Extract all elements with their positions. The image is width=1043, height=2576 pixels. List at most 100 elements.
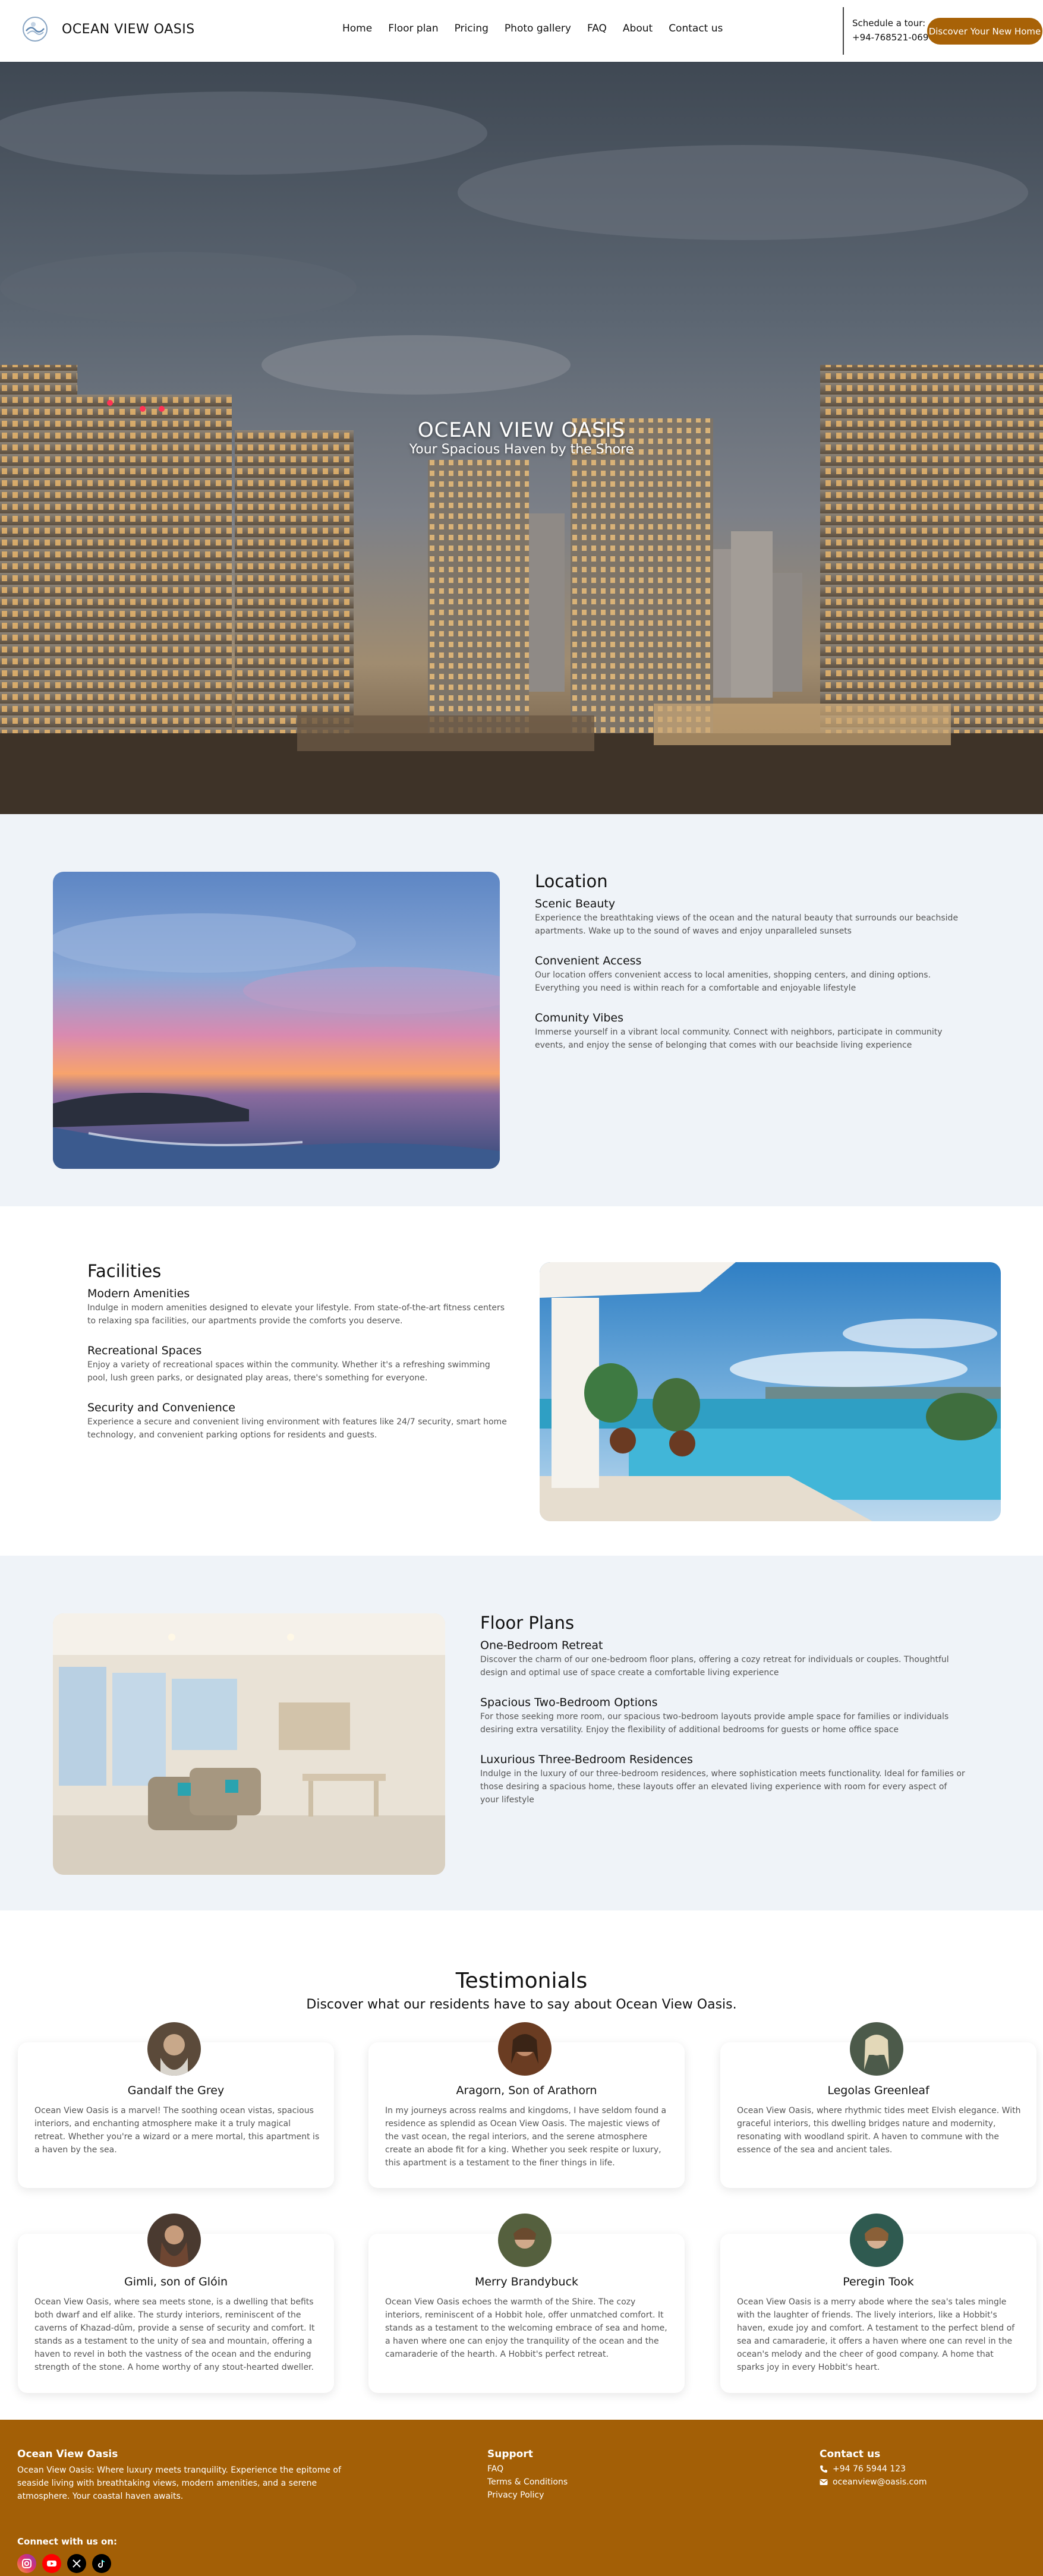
testimonial-card: Merry Brandybuck Ocean View Oasis echoes… xyxy=(368,2214,685,2393)
brand-logo-icon xyxy=(23,17,48,42)
location-item: Scenic Beauty Experience the breathtakin… xyxy=(535,897,975,938)
testimonial-text: Ocean View Oasis, where rhythmic tides m… xyxy=(737,2106,1021,2155)
avatar xyxy=(498,2214,552,2267)
testimonial-name: Gandalf the Grey xyxy=(127,2084,225,2097)
testimonial-card: Aragorn, Son of Arathorn In my journeys … xyxy=(368,2022,685,2188)
location-item-title: Scenic Beauty xyxy=(535,897,616,910)
testimonial-name: Merry Brandybuck xyxy=(474,2275,579,2288)
support-heading: Support xyxy=(487,2448,533,2460)
location-content: Location Scenic Beauty Experience the br… xyxy=(535,871,975,1068)
nav-faq[interactable]: FAQ xyxy=(587,23,607,34)
floor-plan-item-text: Indulge in the luxury of our three-bedro… xyxy=(480,1769,965,1805)
testimonial-card: Gandalf the Grey Ocean View Oasis is a m… xyxy=(18,2022,334,2188)
floor-plan-item-title: Spacious Two-Bedroom Options xyxy=(480,1696,658,1709)
avatar xyxy=(498,2022,552,2076)
facilities-item-text: Enjoy a variety of recreational spaces w… xyxy=(87,1360,490,1383)
nav-photo-gallery[interactable]: Photo gallery xyxy=(505,23,571,34)
testimonials-subheading: Discover what our residents have to say … xyxy=(306,1997,737,2012)
mail-icon xyxy=(820,2479,828,2485)
phone-icon xyxy=(820,2465,827,2473)
contact-email: oceanview@oasis.com xyxy=(833,2477,927,2487)
location-heading: Location xyxy=(535,871,608,891)
avatar xyxy=(850,2022,903,2076)
footer-about: Ocean View Oasis Ocean View Oasis: Where… xyxy=(17,2448,350,2573)
facilities-item-title: Modern Amenities xyxy=(87,1287,190,1300)
testimonial-name: Gimli, son of Glóin xyxy=(124,2275,228,2288)
testimonial-text: Ocean View Oasis echoes the warmth of th… xyxy=(385,2297,667,2359)
floor-plans-content: Floor Plans One-Bedroom Retreat Discover… xyxy=(480,1613,968,1823)
nav-floor-plan[interactable]: Floor plan xyxy=(388,23,438,34)
nav-pricing[interactable]: Pricing xyxy=(455,23,489,34)
tiktok-icon[interactable] xyxy=(92,2554,111,2573)
floor-plan-item-title: One-Bedroom Retreat xyxy=(480,1639,603,1652)
location-item-text: Immerse yourself in a vibrant local comm… xyxy=(535,1027,943,1050)
social-links xyxy=(17,2554,350,2573)
floor-plans-heading: Floor Plans xyxy=(480,1613,575,1633)
site-header: OCEAN VIEW OASIS Home Floor plan Pricing… xyxy=(0,0,1043,62)
nav-about[interactable]: About xyxy=(623,23,653,34)
tour-phone[interactable]: +94-768521-069 xyxy=(852,32,928,43)
facilities-content: Facilities Modern Amenities Indulge in m… xyxy=(87,1261,509,1458)
contact-phone-row[interactable]: +94 76 5944 123 xyxy=(820,2463,927,2476)
avatar xyxy=(850,2214,903,2267)
footer-brand: Ocean View Oasis xyxy=(17,2448,118,2460)
floor-plans-section: Floor Plans One-Bedroom Retreat Discover… xyxy=(0,1556,1043,1910)
testimonial-name: Peregin Took xyxy=(843,2275,914,2288)
hero-title: OCEAN VIEW OASIS xyxy=(417,418,626,442)
facilities-item-text: Experience a secure and convenient livin… xyxy=(87,1417,507,1440)
footer-contact: Contact us +94 76 5944 123 oceanview@oas… xyxy=(820,2448,927,2489)
location-item-title: Convenient Access xyxy=(535,954,642,967)
testimonials-heading: Testimonials xyxy=(455,1969,588,1993)
floor-plan-item-text: For those seeking more room, our spaciou… xyxy=(480,1712,949,1735)
floor-plan-item: One-Bedroom Retreat Discover the charm o… xyxy=(480,1639,968,1679)
nav-home[interactable]: Home xyxy=(342,23,372,34)
hero-section: OCEAN VIEW OASIS Your Spacious Haven by … xyxy=(0,62,1043,814)
testimonial-name: Aragorn, Son of Arathorn xyxy=(456,2084,597,2097)
connect-label: Connect with us on: xyxy=(17,2536,118,2547)
location-item-title: Comunity Vibes xyxy=(535,1011,624,1024)
contact-heading: Contact us xyxy=(820,2448,881,2460)
footer-support: Support FAQ Terms & Conditions Privacy P… xyxy=(487,2448,568,2502)
testimonial-card: Peregin Took Ocean View Oasis is a merry… xyxy=(720,2214,1036,2393)
facilities-image xyxy=(540,1262,1001,1521)
support-link-terms[interactable]: Terms & Conditions xyxy=(487,2476,568,2489)
main-nav: Home Floor plan Pricing Photo gallery FA… xyxy=(342,23,739,34)
x-icon[interactable] xyxy=(67,2554,86,2573)
testimonials-section: Testimonials Discover what our residents… xyxy=(0,1910,1043,2420)
facilities-section: Facilities Modern Amenities Indulge in m… xyxy=(0,1206,1043,1556)
discover-home-button[interactable]: Discover Your New Home xyxy=(927,18,1042,45)
support-link-privacy[interactable]: Privacy Policy xyxy=(487,2489,568,2502)
testimonial-card: Legolas Greenleaf Ocean View Oasis, wher… xyxy=(720,2022,1036,2188)
testimonial-card: Gimli, son of Glóin Ocean View Oasis, wh… xyxy=(18,2214,334,2393)
schedule-tour: Schedule a tour: +94-768521-069 xyxy=(843,7,928,55)
facilities-heading: Facilities xyxy=(87,1261,162,1281)
support-link-faq[interactable]: FAQ xyxy=(487,2463,568,2476)
location-item: Convenient Access Our location offers co… xyxy=(535,954,975,995)
tour-label: Schedule a tour: xyxy=(852,18,926,29)
nav-contact-us[interactable]: Contact us xyxy=(669,23,723,34)
floor-plan-item-title: Luxurious Three-Bedroom Residences xyxy=(480,1753,693,1766)
testimonial-text: Ocean View Oasis is a merry abode where … xyxy=(737,2297,1015,2372)
brand[interactable]: OCEAN VIEW OASIS xyxy=(20,14,195,44)
location-image xyxy=(53,872,500,1169)
floor-plan-image xyxy=(53,1613,445,1875)
contact-email-row[interactable]: oceanview@oasis.com xyxy=(820,2476,927,2489)
floor-plan-item: Spacious Two-Bedroom Options For those s… xyxy=(480,1696,968,1736)
location-section: Location Scenic Beauty Experience the br… xyxy=(0,814,1043,1206)
facilities-item: Modern Amenities Indulge in modern ameni… xyxy=(87,1287,509,1328)
location-item-text: Experience the breathtaking views of the… xyxy=(535,913,959,936)
testimonial-text: Ocean View Oasis, where sea meets stone,… xyxy=(34,2297,315,2372)
floor-plan-item: Luxurious Three-Bedroom Residences Indul… xyxy=(480,1753,968,1806)
facilities-item-title: Security and Convenience xyxy=(87,1401,235,1414)
testimonial-text: In my journeys across realms and kingdom… xyxy=(385,2106,667,2168)
brand-name: OCEAN VIEW OASIS xyxy=(62,21,195,37)
floor-plan-item-text: Discover the charm of our one-bedroom fl… xyxy=(480,1655,949,1678)
instagram-icon[interactable] xyxy=(17,2554,36,2573)
facilities-item: Recreational Spaces Enjoy a variety of r… xyxy=(87,1344,509,1385)
location-item-text: Our location offers convenient access to… xyxy=(535,970,931,993)
hero-subtitle: Your Spacious Haven by the Shore xyxy=(409,442,634,457)
avatar xyxy=(147,2214,201,2267)
youtube-icon[interactable] xyxy=(42,2554,61,2573)
facilities-item-title: Recreational Spaces xyxy=(87,1344,202,1357)
facilities-item: Security and Convenience Experience a se… xyxy=(87,1401,509,1442)
